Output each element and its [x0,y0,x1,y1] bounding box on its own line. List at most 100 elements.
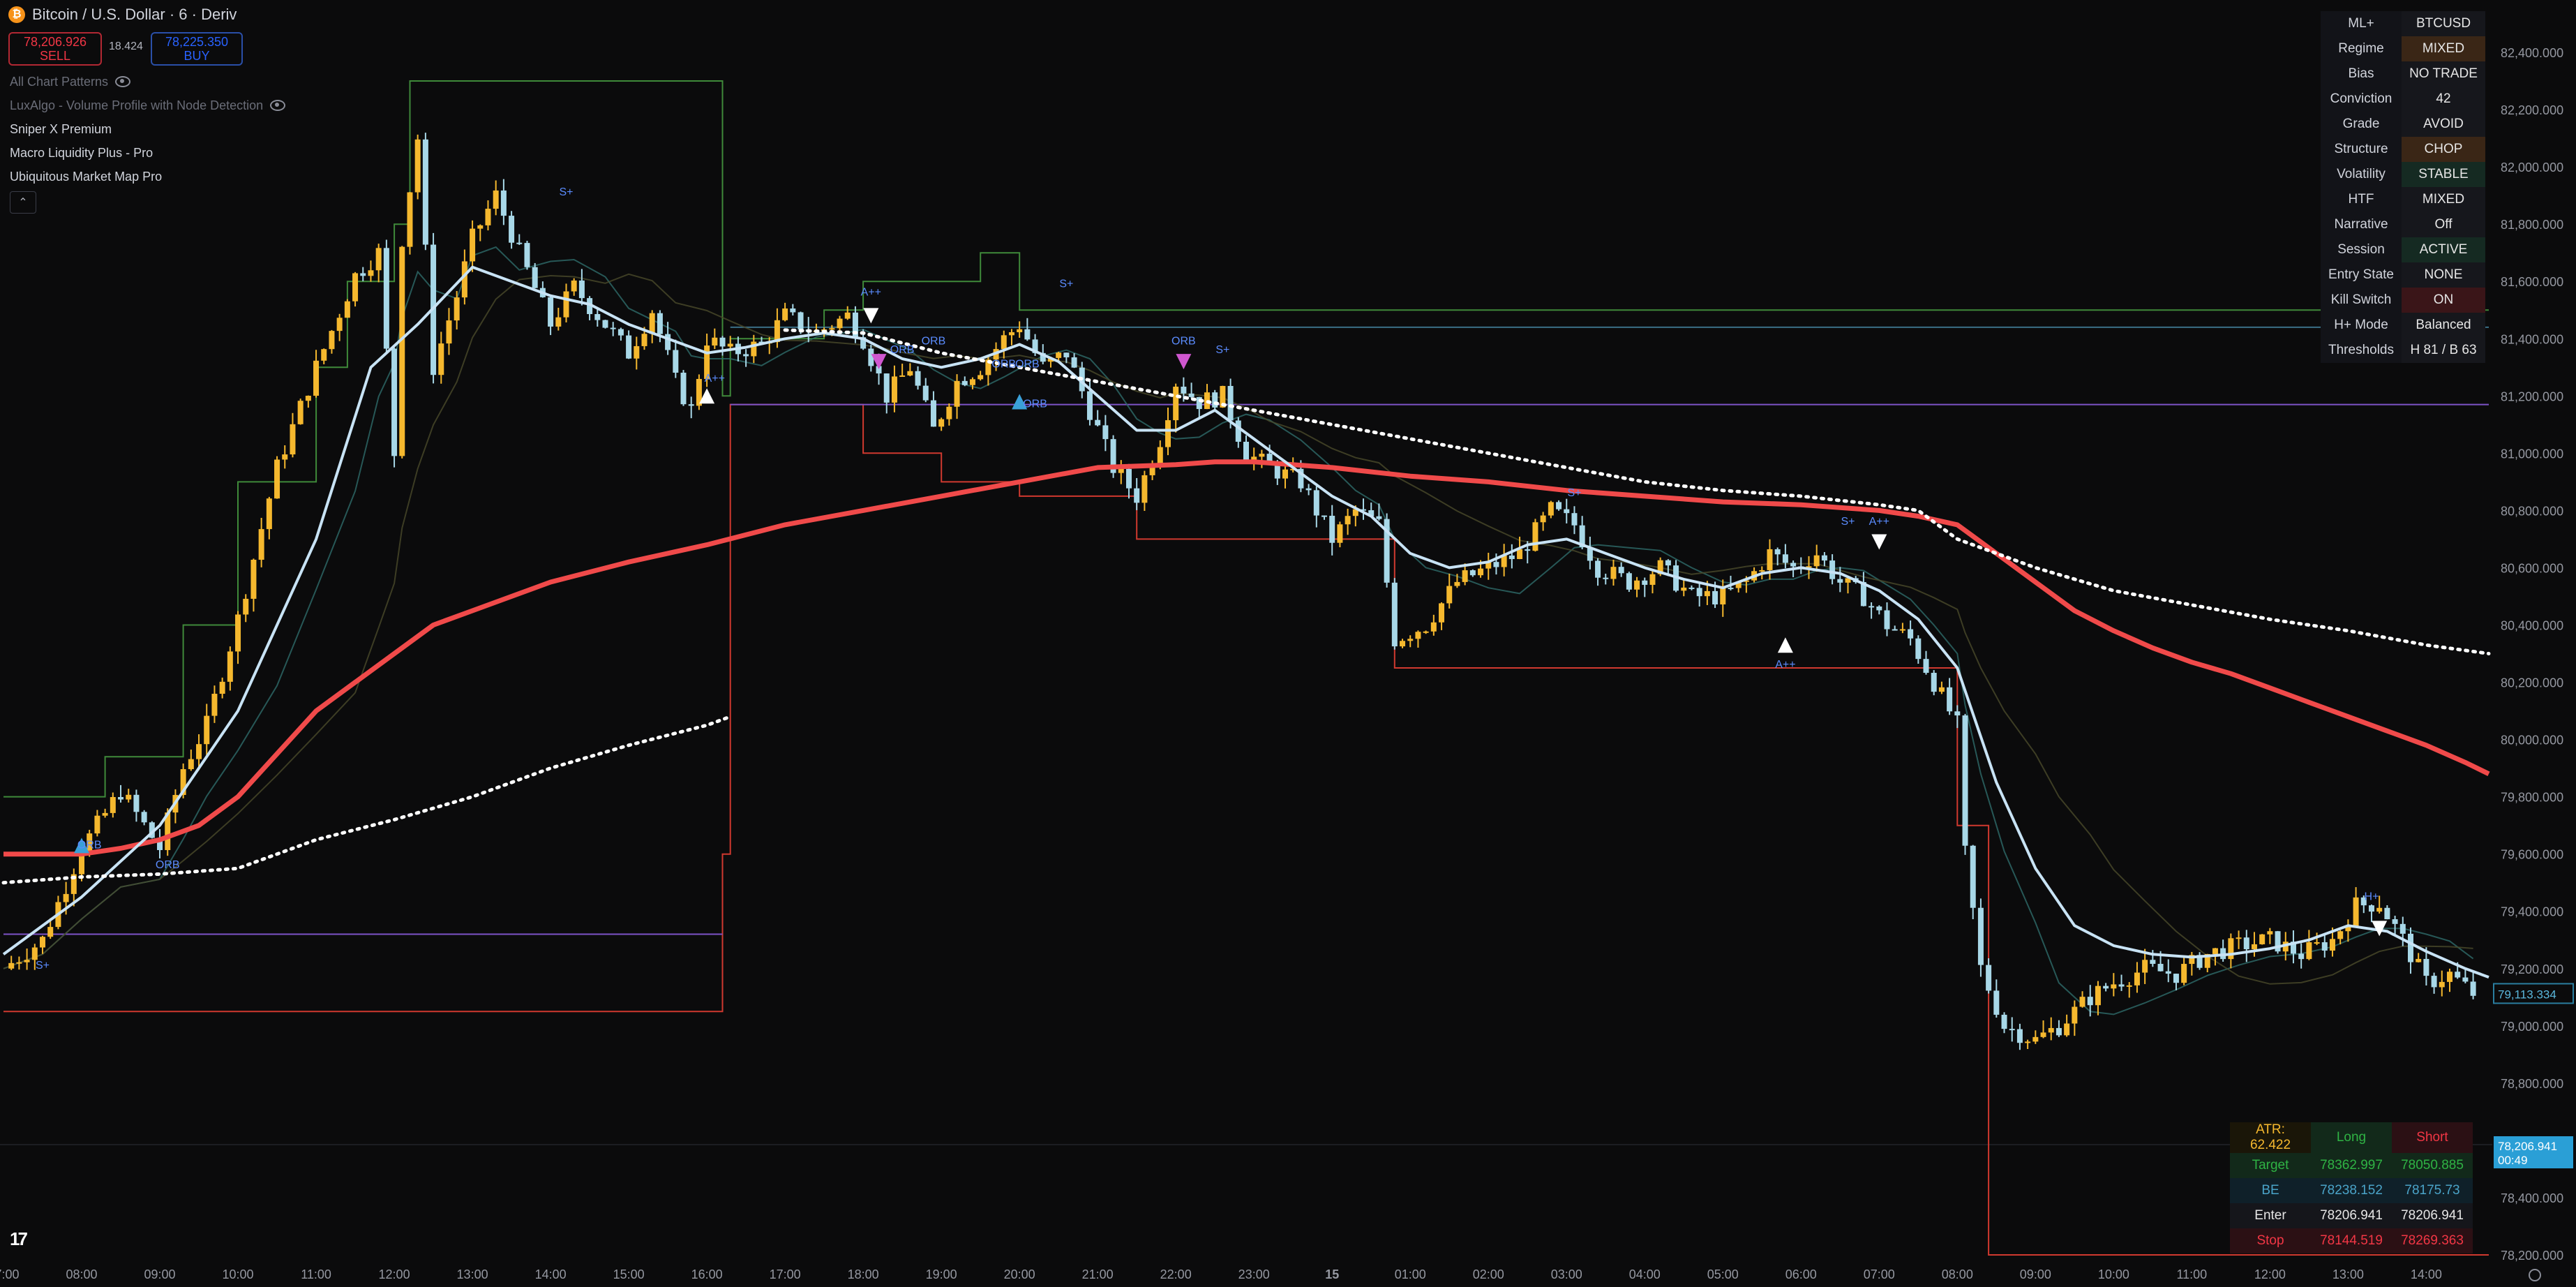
price-axis[interactable] [2492,0,2576,1287]
candle-body [250,560,257,599]
collapse-legend-button[interactable]: ⌃ [10,191,36,214]
ema-fast-white-line [2,265,2489,979]
atr-label: ATR: 62.422 [2230,1122,2311,1153]
candle-body [2243,937,2249,950]
indicator-row[interactable]: Sniper X Premium [10,117,285,141]
candle-body [2368,905,2374,912]
indicator-row[interactable]: Macro Liquidity Plus - Pro [10,141,285,165]
dashboard-value: 42 [2402,87,2485,112]
symbol-title[interactable]: Bitcoin / U.S. Dollar · 6 · Deriv [32,6,237,24]
indicator-row[interactable]: LuxAlgo - Volume Profile with Node Detec… [10,94,286,117]
candle [1540,512,1546,531]
candle-body [321,349,327,361]
eye-hidden-icon[interactable] [115,76,131,87]
candle-body [126,794,132,800]
candle-body [1439,603,1445,623]
candle [2220,939,2226,962]
x-tick-label: 11:00 [301,1267,331,1281]
candle-body [313,360,320,396]
candle-body [133,794,140,812]
candle [1321,515,1328,520]
candle-body [368,270,374,276]
candle-body [422,139,428,245]
candle-body [407,192,413,247]
candle-body [2353,897,2359,927]
candle [2016,1023,2023,1050]
candle-body [2111,984,2117,989]
candle [2267,928,2273,944]
dashboard-value: AVOID [2402,112,2485,137]
position-short-value: 78175.73 [2392,1178,2473,1203]
candle-body [2267,931,2273,935]
candle-body [1259,454,1265,457]
y-tick-label: 78,400.000 [2501,1191,2563,1205]
candle-body [1829,560,1836,579]
candle [118,784,124,803]
y-tick-label: 81,600.000 [2501,275,2563,289]
x-tick-label: 21:00 [1082,1267,1114,1281]
candle [94,810,100,837]
position-row: Enter 78206.941 78206.941 [2230,1203,2473,1228]
candle [1829,554,1836,585]
tradingview-logo[interactable]: 17 [10,1228,28,1250]
candle [907,363,913,377]
candle [2236,930,2242,949]
candle [1485,552,1492,580]
indicator-row[interactable]: All Chart Patterns [10,70,285,94]
candle [1821,552,1827,567]
candle-body [1634,580,1640,590]
dashboard-value: ACTIVE [2402,237,2485,262]
candle [2048,1017,2054,1041]
candle-body [290,424,296,455]
candle-body [2142,960,2148,973]
candle-body [594,313,601,320]
candle [1993,979,2000,1018]
candle-body [1532,522,1538,551]
eye-hidden-icon[interactable] [270,100,286,111]
x-tick-label: 15 [1325,1267,1339,1281]
candle [1001,330,1007,359]
candle-body [2439,981,2445,988]
dashboard-row: H+ Mode Balanced [2321,313,2485,338]
position-short-value: 78050.885 [2392,1153,2473,1178]
candle [1415,630,1421,648]
y-tick-label: 81,400.000 [2501,332,2563,346]
sell-button[interactable]: 78,206.926 SELL [8,32,102,66]
x-tick-label: 22:00 [1160,1267,1192,1281]
indicator-row[interactable]: Ubiquitous Market Map Pro [10,165,285,188]
dashboard-row: Conviction 42 [2321,87,2485,112]
candle [1618,562,1624,577]
candle [297,399,304,425]
candle [1556,500,1562,511]
candle [2032,1030,2039,1044]
candle [1626,572,1632,593]
last-mark-tag-text: 79,113.334 [2498,988,2556,1001]
dashboard-row: Session ACTIVE [2321,237,2485,262]
y-tick-label: 79,600.000 [2501,848,2563,862]
spread-value: 18.424 [109,40,143,52]
signal-label: H+ [2365,891,2379,902]
candle-body [1915,638,1922,660]
candle-body [1642,580,1648,585]
candle-body [1759,570,1765,572]
dashboard-label: Session [2321,237,2402,262]
y-tick-label: 80,000.000 [2501,734,2563,747]
candle-body [2314,942,2320,944]
candle-body [1938,687,1945,692]
price-chart[interactable]: 82,400.000 82,200.000 82,000.000 81,800.000… [0,0,2576,1287]
candle [1439,602,1445,630]
settings-gear-icon[interactable] [2529,1269,2541,1281]
candle [1603,573,1609,585]
signal-label: S+ [1215,344,1229,356]
buy-button[interactable]: 78,225.350 BUY [151,32,243,66]
candle [978,371,984,381]
candle-body [1181,387,1187,394]
candle [2009,1017,2015,1042]
candle [2416,953,2422,962]
signal-label: ORB [156,859,180,871]
candle [383,239,389,352]
candle-body [227,651,233,682]
candle-body [1813,555,1820,567]
candle-body [383,248,389,349]
candle-body [1063,352,1070,357]
